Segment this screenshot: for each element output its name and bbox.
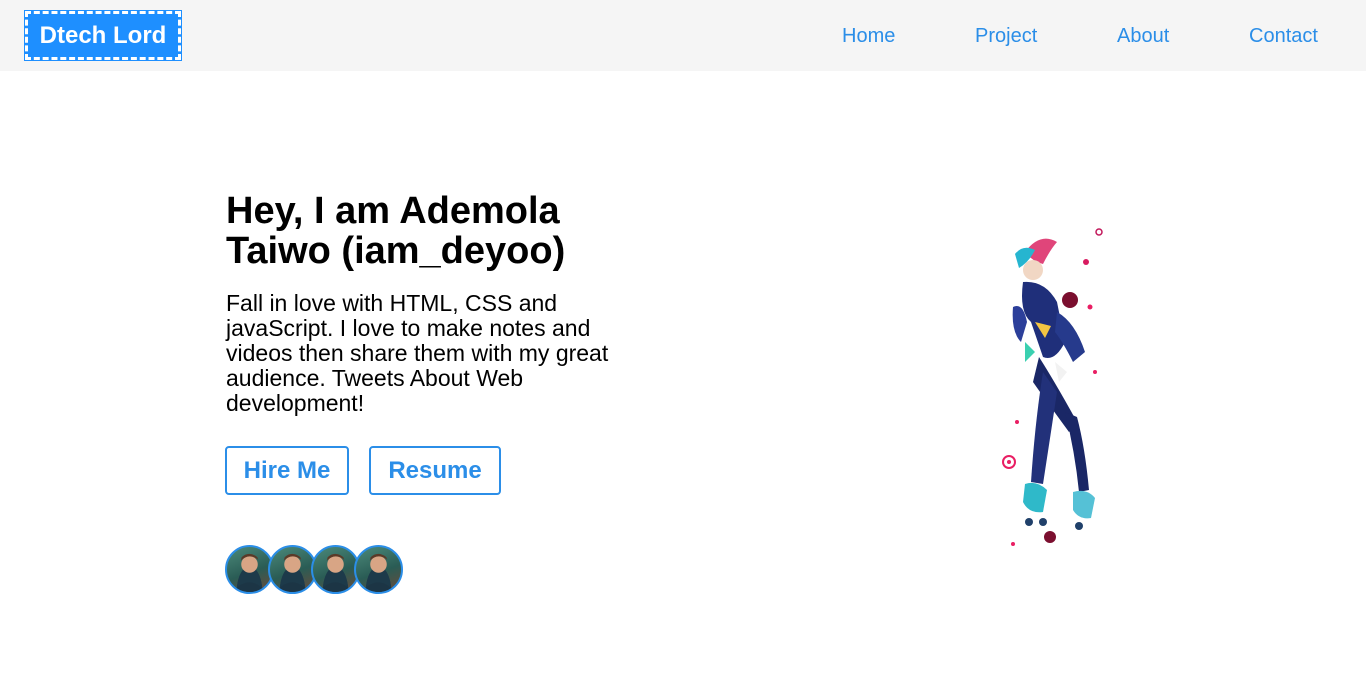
avatar-icon[interactable] — [225, 545, 274, 594]
avatar-icon[interactable] — [268, 545, 317, 594]
navbar: Dtech Lord Home Project About Contact — [0, 0, 1366, 71]
logo[interactable]: Dtech Lord — [24, 10, 182, 61]
resume-button[interactable]: Resume — [369, 446, 501, 495]
hire-me-button[interactable]: Hire Me — [225, 446, 349, 495]
nav-link-home[interactable]: Home — [842, 24, 895, 48]
nav-link-about[interactable]: About — [1117, 24, 1169, 48]
hero-description: Fall in love with HTML, CSS and javaScri… — [226, 290, 609, 416]
nav-link-contact[interactable]: Contact — [1249, 24, 1318, 48]
avatar-group — [225, 545, 405, 595]
nav-link-project[interactable]: Project — [975, 24, 1037, 48]
skateboarder-illustration — [995, 222, 1110, 557]
avatar-icon[interactable] — [311, 545, 360, 594]
avatar-icon[interactable] — [354, 545, 403, 594]
hero-title: Hey, I am Ademola Taiwo (iam_deyoo) — [226, 190, 566, 272]
